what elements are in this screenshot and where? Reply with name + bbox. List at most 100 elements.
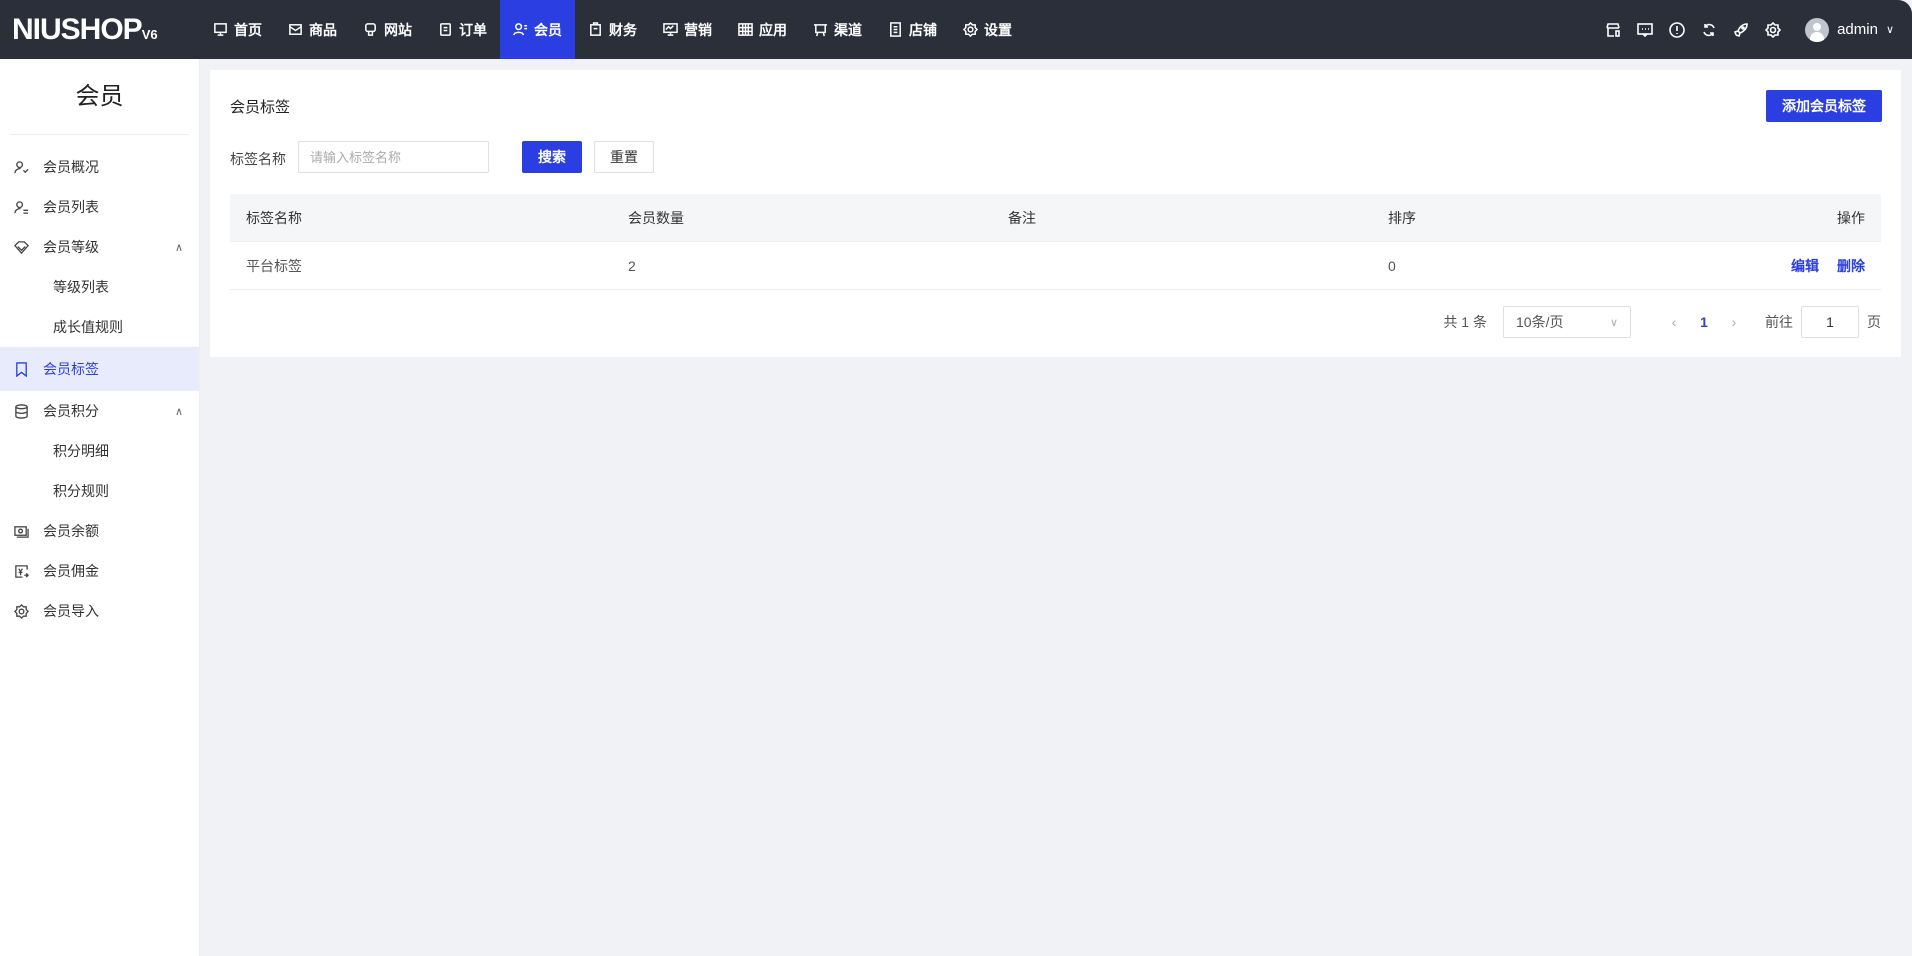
reset-button[interactable]: 重置	[594, 141, 654, 173]
chevron-down-icon: ∨	[1609, 316, 1618, 329]
page-1[interactable]: 1	[1689, 314, 1719, 330]
edit-link[interactable]: 编辑	[1791, 258, 1819, 274]
nav-label: 网站	[384, 21, 412, 38]
sidebar-item-label: 会员导入	[43, 603, 99, 619]
add-member-tag-button[interactable]: 添加会员标签	[1766, 90, 1882, 122]
sidebar-item-label: 成长值规则	[53, 319, 123, 335]
sidebar-item-label: 会员等级	[43, 239, 99, 255]
column-header: 操作	[1837, 209, 1865, 226]
message-icon[interactable]	[1637, 22, 1653, 38]
total-count: 共 1 条	[1443, 314, 1487, 330]
sidebar-item-label: 积分规则	[53, 483, 109, 499]
main-nav: 首页 商品 网站 订单 会员 财务 营销 应用 渠道 店铺 设置	[200, 0, 1025, 59]
nav-label: 商品	[309, 21, 337, 38]
nav-label: 订单	[459, 21, 487, 38]
settings-icon[interactable]	[1765, 21, 1782, 38]
chevron-up-icon: ∧	[174, 241, 183, 254]
nav-label: 会员	[534, 21, 562, 38]
sidebar-item-member-level[interactable]: 会员等级 ∧	[0, 227, 199, 267]
table-header: 标签名称 会员数量 备注 排序 操作	[230, 194, 1881, 242]
logo-version: V6	[141, 27, 158, 42]
gear-icon	[963, 22, 978, 37]
nav-goods[interactable]: 商品	[275, 0, 350, 59]
nav-order[interactable]: 订单	[425, 0, 500, 59]
marketing-icon	[663, 23, 678, 36]
pagination: 共 1 条 10条/页 ∨ ‹ 1 › 前往 页	[1443, 306, 1881, 338]
nav-channel[interactable]: 渠道	[800, 0, 875, 59]
logo[interactable]: NIUSHOPV6	[12, 13, 158, 47]
store-icon[interactable]	[1605, 22, 1621, 38]
sidebar-item-points-rules[interactable]: 积分规则	[0, 471, 199, 511]
bookmark-icon	[16, 361, 27, 377]
nav-finance[interactable]: 财务	[575, 0, 650, 59]
diamond-icon	[14, 240, 29, 254]
site-icon	[365, 23, 376, 36]
wallet-icon	[14, 525, 29, 538]
nav-settings[interactable]: 设置	[950, 0, 1025, 59]
nav-label: 首页	[234, 21, 262, 38]
monitor-icon	[214, 23, 227, 36]
logo-text: NIUSHOP	[12, 13, 143, 46]
nav-marketing[interactable]: 营销	[650, 0, 725, 59]
page-suffix: 页	[1867, 314, 1881, 330]
tags-table: 标签名称 会员数量 备注 排序 操作 平台标签 2 0 编辑 删除	[230, 194, 1881, 290]
info-icon[interactable]	[1669, 21, 1685, 38]
chevron-down-icon: ∨	[1885, 24, 1894, 36]
user-menu[interactable]: admin ∨	[1805, 17, 1894, 42]
search-button[interactable]: 搜索	[522, 141, 582, 173]
sidebar-item-member-balance[interactable]: 会员余额	[0, 511, 199, 551]
nav-app[interactable]: 应用	[725, 0, 800, 59]
refresh-icon[interactable]	[1701, 22, 1717, 38]
goto-label: 前往	[1765, 314, 1793, 330]
rocket-icon[interactable]	[1733, 22, 1749, 38]
goto-page-input[interactable]	[1801, 306, 1859, 338]
sidebar-item-overview[interactable]: 会员概况	[0, 147, 199, 187]
sidebar-item-member-commission[interactable]: 会员佣金	[0, 551, 199, 591]
sidebar-item-label: 会员佣金	[43, 563, 99, 579]
sidebar-item-member-tags[interactable]: 会员标签	[0, 347, 199, 391]
sidebar-item-label: 积分明细	[53, 443, 109, 459]
finance-icon	[590, 22, 601, 36]
delete-link[interactable]: 删除	[1837, 258, 1865, 274]
sidebar-item-label: 会员概况	[43, 159, 99, 175]
sidebar-item-label: 会员列表	[43, 199, 99, 215]
sidebar-item-level-list[interactable]: 等级列表	[0, 267, 199, 307]
sidebar-item-label: 会员积分	[43, 403, 99, 419]
coins-icon	[15, 403, 28, 419]
gear-icon	[14, 603, 29, 619]
nav-label: 财务	[609, 21, 637, 38]
top-bar: NIUSHOPV6 首页 商品 网站 订单 会员 财务 营销 应用 渠道 店铺 …	[0, 0, 1912, 59]
nav-label: 营销	[684, 21, 712, 38]
tag-name-input[interactable]	[298, 141, 489, 173]
sidebar-item-member-list[interactable]: 会员列表	[0, 187, 199, 227]
prev-page-button[interactable]: ‹	[1659, 314, 1689, 330]
column-header: 标签名称	[246, 209, 302, 226]
user-overview-icon	[14, 160, 29, 173]
table-row: 平台标签 2 0 编辑 删除	[230, 242, 1881, 290]
clipboard-icon	[440, 23, 451, 36]
app-icon	[738, 23, 753, 36]
cell-name: 平台标签	[246, 257, 302, 274]
avatar	[1805, 17, 1830, 42]
shop-icon	[890, 22, 901, 37]
page-title: 会员标签	[230, 99, 291, 116]
page-size-select[interactable]: 10条/页 ∨	[1503, 306, 1631, 338]
nav-member[interactable]: 会员	[500, 0, 575, 59]
member-icon	[513, 23, 528, 36]
sidebar-item-growth-rules[interactable]: 成长值规则	[0, 307, 199, 347]
sidebar-item-points-detail[interactable]: 积分明细	[0, 431, 199, 471]
tag-name-label: 标签名称	[230, 151, 286, 167]
cell-count: 2	[628, 257, 636, 274]
nav-home[interactable]: 首页	[200, 0, 275, 59]
sidebar-item-label: 会员余额	[43, 523, 99, 539]
sidebar-item-member-points[interactable]: 会员积分 ∧	[0, 391, 199, 431]
nav-shop[interactable]: 店铺	[875, 0, 950, 59]
cell-actions: 编辑 删除	[1773, 256, 1865, 276]
nav-site[interactable]: 网站	[350, 0, 425, 59]
nav-label: 设置	[984, 21, 1012, 38]
sidebar: 会员 会员概况 会员列表 会员等级 ∧ 等级列表 成长值规则 会员标签 会员积分 ∧…	[0, 59, 200, 956]
next-page-button[interactable]: ›	[1719, 314, 1749, 330]
sidebar-item-member-import[interactable]: 会员导入	[0, 591, 199, 631]
column-header: 会员数量	[628, 209, 684, 226]
chevron-up-icon: ∧	[174, 405, 183, 418]
